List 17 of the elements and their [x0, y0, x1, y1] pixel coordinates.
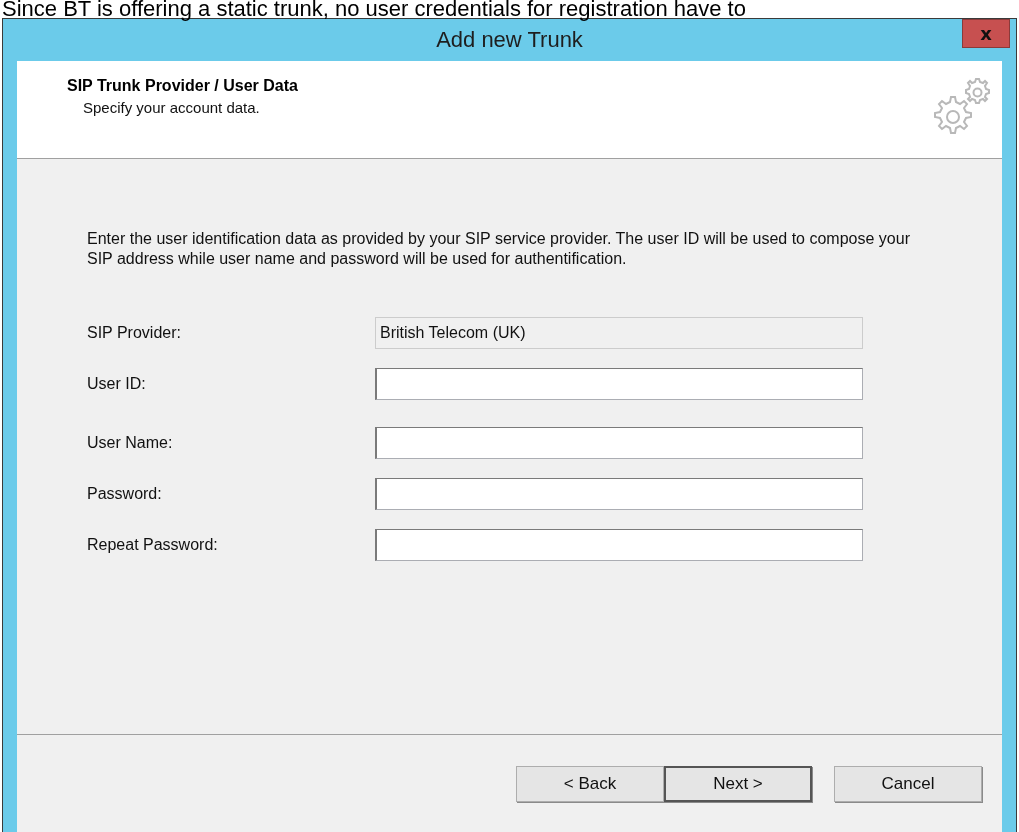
- text-field[interactable]: [375, 478, 863, 510]
- text-field[interactable]: [375, 529, 863, 561]
- wizard-button[interactable]: Cancel: [834, 766, 982, 802]
- text-field[interactable]: [375, 427, 863, 459]
- wizard-button[interactable]: Next >: [664, 766, 812, 802]
- field-label: Password:: [87, 485, 163, 503]
- field-label: User Name:: [87, 434, 174, 452]
- wizard-button[interactable]: < Back: [516, 766, 664, 802]
- field-label: User ID:: [87, 375, 147, 393]
- window-title: Add new Trunk: [436, 27, 583, 53]
- instructions-text: Enter the user identification data as provided by your SIP service provider. The user ID will be used to compose your SIP address while user name and password will be used for authentification.: [87, 229, 911, 269]
- field-label: Repeat Password:: [87, 536, 219, 554]
- step-title: SIP Trunk Provider / User Data: [67, 77, 298, 95]
- field-label: SIP Provider:: [87, 324, 182, 342]
- text-field[interactable]: [375, 368, 863, 400]
- close-button[interactable]: x: [962, 19, 1010, 48]
- step-subtitle: Specify your account data.: [83, 99, 261, 116]
